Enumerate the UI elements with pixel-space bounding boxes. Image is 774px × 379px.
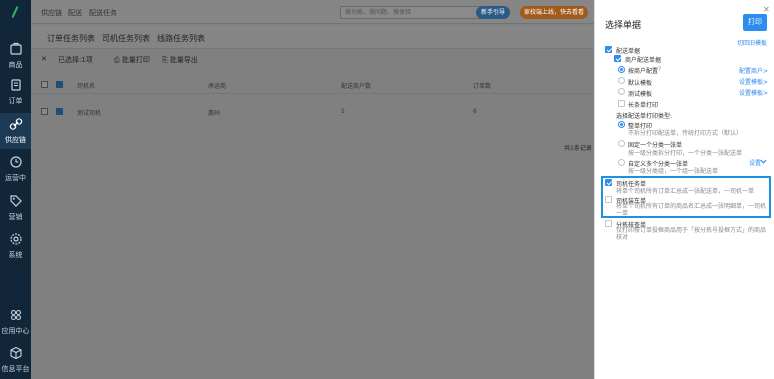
- sidebar-item-label: 供应链: [5, 136, 26, 144]
- selection-toolbar: ✕ 已选择:1项 ⎙ 批量打印 ⎘ 批量导出: [31, 50, 594, 68]
- merchant-doc-checkbox[interactable]: [614, 55, 621, 62]
- sidebar-item-info-platform[interactable]: 信息平台: [0, 342, 31, 378]
- cell-merchants: 5: [341, 108, 345, 115]
- default-template-radio[interactable]: [618, 77, 625, 84]
- sidebar-item-label: 订单: [8, 97, 23, 105]
- batch-print-label: 批量打印: [121, 56, 150, 64]
- batch-export-label: 批量导出: [169, 56, 198, 64]
- default-template-label: 默认模板: [628, 80, 653, 87]
- apps-icon: [0, 308, 31, 326]
- test-template-radio[interactable]: [618, 88, 625, 95]
- expand-all-toggle[interactable]: [41, 81, 48, 88]
- config-merchant-link[interactable]: 配置商户>: [739, 66, 768, 75]
- search-input[interactable]: [341, 7, 481, 18]
- table-header: 司机名 承运商 配送商户数 订单数: [31, 77, 594, 94]
- sidebar-item-app-center[interactable]: 应用中心: [0, 304, 31, 340]
- col-merchant-count: 配送商户数: [341, 83, 372, 90]
- tab-route-tasks[interactable]: 线路任务列表: [157, 33, 205, 44]
- sidebar-item-label: 商品: [8, 61, 23, 69]
- sidebar-item-operations[interactable]: 运营中: [0, 151, 31, 187]
- whole-print-desc: 不拆分打印配送单，传统打印方式（默认）: [628, 130, 743, 137]
- cell-orders: 6: [473, 108, 477, 115]
- promo-banner-button[interactable]: 家校端上线，快去看看: [520, 6, 588, 19]
- breadcrumb-delivery[interactable]: 配送: [68, 8, 82, 18]
- set-template-link-1[interactable]: 设置模板>: [739, 77, 768, 86]
- long-print-checkbox[interactable]: [618, 100, 625, 107]
- help-icon[interactable]: ?: [658, 66, 661, 73]
- clear-selection-icon[interactable]: ✕: [41, 55, 47, 63]
- tab-driver-tasks[interactable]: 司机任务列表: [102, 33, 150, 44]
- whole-print-radio[interactable]: [618, 121, 625, 128]
- delivery-doc-checkbox[interactable]: [605, 46, 612, 53]
- sidebar-item-label: 运营中: [5, 174, 26, 182]
- cube-icon: [0, 346, 31, 364]
- sidebar-item-supply-chain[interactable]: 供应链: [0, 113, 31, 149]
- order-icon: [0, 78, 31, 96]
- switch-old-template-link[interactable]: 切回旧模板: [737, 38, 767, 47]
- driver-task-desc: 将单个司机所有订单汇总成一张配送单，一司机一单: [616, 188, 755, 195]
- set-template-link-2[interactable]: 设置模板>: [739, 88, 768, 97]
- col-order-count: 订单数: [473, 83, 492, 90]
- driver-load-checkbox[interactable]: [605, 196, 612, 203]
- sorting-check-checkbox[interactable]: [605, 220, 612, 227]
- record-total: 共1条记录: [564, 145, 592, 152]
- sidebar-item-orders[interactable]: 订单: [0, 74, 31, 110]
- cell-carrier: 惠州: [208, 110, 221, 117]
- fixed-category-desc: 按一级分类拆分打印，一个分类一张配送单: [628, 150, 743, 157]
- tab-bar: 订单任务列表 司机任务列表 线路任务列表: [31, 25, 594, 49]
- box-icon: [0, 42, 31, 60]
- merchant-doc-label: 商户配送单据: [625, 57, 662, 64]
- close-icon[interactable]: ✕: [763, 5, 770, 14]
- long-print-label: 长条单打印: [628, 102, 659, 109]
- new-user-guide-button[interactable]: 新手引导: [476, 6, 510, 19]
- row-expand-toggle[interactable]: [41, 108, 48, 115]
- test-template-label: 测试模板: [628, 91, 653, 98]
- sidebar-item-label: 系统: [8, 251, 23, 259]
- top-bar: 供应链 配送 配送任务 新手引导 家校端上线，快去看看: [31, 0, 594, 24]
- sidebar-item-goods[interactable]: 商品: [0, 38, 31, 74]
- print-type-label: 选择配送单打印类型:: [616, 113, 673, 120]
- print-button[interactable]: 打印: [743, 14, 767, 31]
- driver-load-desc: 将单个司机所有订单的商品名汇总成一张明细单，一司机一单: [616, 203, 767, 217]
- search-box[interactable]: [340, 6, 498, 19]
- sidebar: 商品 订单 供应链 运营中 营销 系统 应用中心 信息平台: [0, 0, 31, 379]
- logo: [5, 4, 25, 20]
- sorting-check-desc: 仅打印按订单投框商品用于「按分拣号投框方式」的商品核对: [616, 227, 767, 241]
- tab-order-tasks[interactable]: 订单任务列表: [47, 33, 95, 44]
- breadcrumb-delivery-task: 配送任务: [89, 9, 117, 17]
- selected-count: 已选择:1项: [58, 56, 93, 64]
- sidebar-item-label: 营销: [8, 213, 23, 221]
- sidebar-item-label: 信息平台: [1, 365, 30, 373]
- select-document-panel: ✕ 选择单据 打印 切回旧模板 配送单据 商户配送单据 按商户配置 ? 配置商户…: [594, 0, 774, 379]
- table-row[interactable]: 测试司机 惠州 5 6: [31, 102, 594, 120]
- main-overlay[interactable]: 供应链 配送 配送任务 新手引导 家校端上线，快去看看 订单任务列表 司机任务列…: [31, 0, 594, 379]
- by-merchant-label: 按商户配置: [628, 68, 659, 75]
- sidebar-item-label: 应用中心: [1, 327, 30, 335]
- sidebar-item-system[interactable]: 系统: [0, 228, 31, 264]
- col-carrier: 承运商: [208, 83, 227, 90]
- custom-category-radio[interactable]: [618, 159, 625, 166]
- tag-icon: [0, 194, 31, 212]
- panel-title: 选择单据: [605, 21, 642, 31]
- cell-driver: 测试司机: [77, 110, 102, 117]
- custom-category-desc: 按一级分类组，一个组一张配送单: [628, 168, 719, 175]
- driver-task-checkbox[interactable]: [605, 179, 612, 186]
- delivery-doc-label: 配送单据: [616, 48, 641, 55]
- sidebar-item-marketing[interactable]: 营销: [0, 190, 31, 226]
- chevron-down-icon[interactable]: [760, 158, 767, 165]
- col-driver-name: 司机名: [77, 83, 96, 90]
- select-all-checkbox[interactable]: [56, 81, 63, 88]
- batch-print-button[interactable]: ⎙ 批量打印: [114, 55, 150, 65]
- batch-export-button[interactable]: ⎘ 批量导出: [162, 55, 198, 65]
- gear-icon: [0, 232, 31, 250]
- by-merchant-radio[interactable]: [618, 66, 625, 73]
- operation-icon: [0, 155, 31, 173]
- fixed-category-radio[interactable]: [618, 140, 625, 147]
- row-checkbox[interactable]: [56, 108, 63, 115]
- breadcrumb-supply-chain[interactable]: 供应链: [41, 8, 62, 18]
- link-icon: [0, 117, 31, 135]
